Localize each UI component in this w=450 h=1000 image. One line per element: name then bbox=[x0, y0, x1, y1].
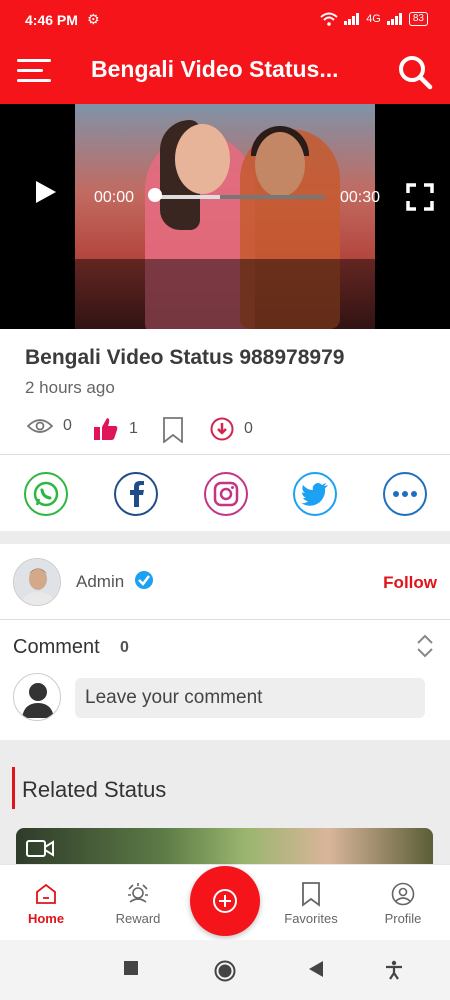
expand-collapse-icon[interactable] bbox=[414, 634, 436, 658]
related-video-thumbnail[interactable] bbox=[16, 828, 433, 868]
facebook-icon bbox=[130, 481, 144, 507]
thumbs-up-icon[interactable] bbox=[93, 417, 119, 441]
follow-button[interactable]: Follow bbox=[383, 573, 437, 593]
nav-profile-label: Profile bbox=[384, 911, 422, 926]
bookmark-stat[interactable] bbox=[162, 417, 184, 443]
current-time: 00:00 bbox=[94, 189, 135, 206]
video-info-card: Bengali Video Status 988978979 2 hours a… bbox=[0, 329, 450, 531]
related-heading: Related Status bbox=[22, 777, 167, 802]
wifi-icon bbox=[320, 12, 338, 26]
recents-icon[interactable] bbox=[123, 960, 139, 981]
home-system-icon[interactable] bbox=[214, 960, 236, 987]
instagram-share-button[interactable] bbox=[204, 472, 248, 516]
author-comments-card: Admin Follow Comment 0 Leave your commen… bbox=[0, 544, 450, 740]
profile-icon bbox=[391, 882, 415, 906]
downloads-count: 0 bbox=[244, 420, 253, 437]
system-icons: 4G 83 bbox=[320, 12, 428, 26]
add-icon bbox=[213, 889, 237, 913]
seek-bar[interactable] bbox=[150, 195, 325, 199]
status-bar: 4:46 PM ⚙ 4G 83 bbox=[0, 0, 450, 38]
reward-icon bbox=[128, 883, 148, 903]
video-player[interactable] bbox=[0, 104, 450, 329]
views-count: 0 bbox=[63, 417, 72, 434]
related-section: Related Status bbox=[0, 755, 450, 868]
nav-home-label: Home bbox=[27, 911, 65, 926]
likes-stat[interactable]: 1 bbox=[93, 417, 138, 441]
search-icon[interactable] bbox=[397, 54, 433, 90]
video-posted-time: 2 hours ago bbox=[25, 378, 115, 397]
author-avatar[interactable] bbox=[13, 558, 61, 606]
likes-count: 1 bbox=[129, 420, 138, 437]
whatsapp-share-button[interactable] bbox=[24, 472, 68, 516]
facebook-share-button[interactable] bbox=[114, 472, 158, 516]
home-icon bbox=[36, 883, 56, 904]
author-name[interactable]: Admin bbox=[76, 572, 124, 592]
user-avatar bbox=[13, 673, 61, 721]
signal-icon-2 bbox=[386, 13, 402, 25]
twitter-icon bbox=[301, 483, 328, 506]
views-stat: 0 bbox=[27, 417, 72, 435]
menu-icon[interactable] bbox=[17, 59, 51, 83]
bookmark-icon[interactable] bbox=[162, 417, 184, 443]
video-camera-icon bbox=[26, 840, 54, 857]
video-title: Bengali Video Status 988978979 bbox=[25, 346, 345, 369]
signal-icon bbox=[344, 13, 360, 25]
back-icon[interactable] bbox=[308, 960, 324, 983]
duration: 00:30 bbox=[340, 189, 381, 206]
app-title: Bengali Video Status... bbox=[91, 56, 339, 82]
divider bbox=[0, 454, 450, 455]
nav-home[interactable]: Home bbox=[6, 881, 86, 926]
network-label: 4G bbox=[366, 13, 381, 25]
comment-input[interactable]: Leave your comment bbox=[75, 678, 425, 718]
section-accent-bar bbox=[12, 767, 15, 809]
download-icon[interactable] bbox=[210, 417, 234, 441]
status-time: 4:46 PM bbox=[25, 12, 78, 28]
nav-reward[interactable]: Reward bbox=[98, 881, 178, 926]
player-controls bbox=[0, 259, 450, 329]
divider bbox=[0, 619, 450, 620]
nav-favorites-label: Favorites bbox=[284, 911, 338, 926]
eye-icon bbox=[27, 419, 53, 433]
nav-profile[interactable]: Profile bbox=[363, 881, 443, 926]
verified-icon bbox=[135, 571, 153, 589]
accessibility-icon[interactable] bbox=[384, 960, 404, 985]
more-icon bbox=[393, 491, 417, 497]
twitter-share-button[interactable] bbox=[293, 472, 337, 516]
play-icon[interactable] bbox=[36, 181, 56, 203]
comments-count: 0 bbox=[120, 639, 129, 656]
fullscreen-icon[interactable] bbox=[406, 183, 434, 211]
instagram-icon bbox=[213, 481, 239, 507]
upload-fab-button[interactable] bbox=[190, 866, 260, 936]
comments-heading: Comment bbox=[13, 636, 100, 658]
battery-icon: 83 bbox=[408, 12, 428, 26]
nav-reward-label: Reward bbox=[115, 911, 161, 926]
whatsapp-icon bbox=[33, 481, 59, 507]
system-navigation-bar bbox=[0, 940, 450, 1000]
seek-knob[interactable] bbox=[148, 188, 162, 202]
nav-favorites[interactable]: Favorites bbox=[271, 881, 351, 926]
downloads-stat[interactable]: 0 bbox=[210, 417, 253, 441]
more-share-button[interactable] bbox=[383, 472, 427, 516]
gear-icon: ⚙ bbox=[87, 11, 100, 27]
app-bar: Bengali Video Status... bbox=[0, 38, 450, 104]
bookmark-icon bbox=[302, 882, 320, 907]
